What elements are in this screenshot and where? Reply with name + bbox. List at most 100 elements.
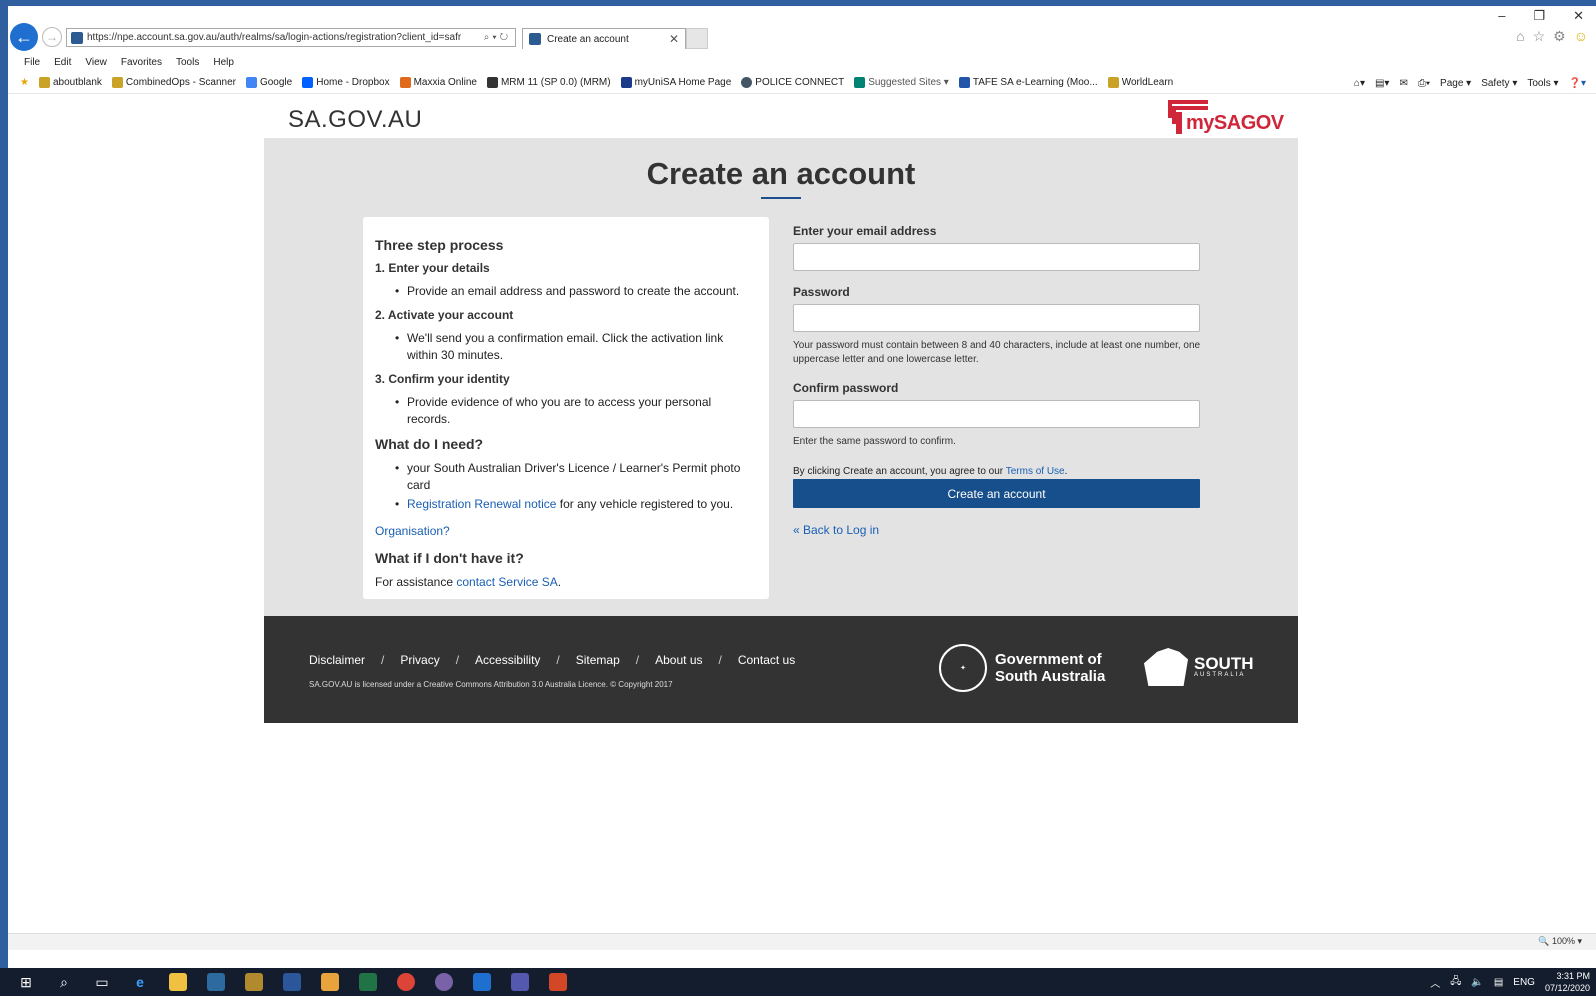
favorite-item[interactable]: Home - Dropbox: [302, 77, 390, 88]
browser-tab[interactable]: Create an account ✕: [522, 28, 686, 49]
government-of-sa-logo[interactable]: ✦ Government of South Australia: [939, 644, 1105, 692]
address-url[interactable]: https://npe.account.sa.gov.au/auth/realm…: [87, 32, 480, 43]
confirm-hint: Enter the same password to confirm.: [793, 436, 956, 447]
footer-separator: /: [635, 653, 640, 667]
bing-icon: [854, 77, 866, 88]
clock[interactable]: 3:31 PM 07/12/2020: [1545, 970, 1590, 994]
excel-icon[interactable]: [356, 970, 380, 994]
new-tab-button[interactable]: [686, 28, 708, 49]
favorite-item[interactable]: MRM 11 (SP 0.0) (MRM): [486, 77, 611, 88]
word-icon[interactable]: [280, 970, 304, 994]
favorite-item[interactable]: TAFE SA e-Learning (Moo...: [958, 77, 1098, 88]
tray-chevron-icon[interactable]: ︿: [1430, 975, 1440, 990]
address-tools-icon[interactable]: ⌕▾↻: [480, 32, 515, 43]
start-windows-icon[interactable]: ⊞: [14, 970, 38, 994]
mysagov-text: mySAGOV: [1186, 112, 1284, 134]
forward-button[interactable]: →: [42, 27, 62, 47]
restore-icon[interactable]: ❐: [1533, 8, 1545, 24]
footer-link-contact[interactable]: Contact us: [738, 653, 795, 667]
network-icon[interactable]: 🖧: [1450, 974, 1461, 991]
powerpoint-icon[interactable]: [546, 970, 570, 994]
tab-close-icon[interactable]: ✕: [669, 32, 679, 46]
menu-file[interactable]: File: [24, 57, 40, 68]
task-view-icon[interactable]: ▭: [90, 970, 114, 994]
maxxia-icon: [399, 77, 411, 88]
app-icon[interactable]: [204, 970, 228, 994]
assistance-text: For assistance contact Service SA.: [375, 575, 562, 589]
tab-title: Create an account: [547, 33, 629, 45]
back-to-login-link[interactable]: « Back to Log in: [793, 523, 1203, 537]
footer-separator: /: [455, 653, 460, 667]
password-field[interactable]: [793, 304, 1200, 332]
home-dropdown-icon[interactable]: ⌂▾: [1354, 78, 1365, 89]
favorite-item[interactable]: Google: [245, 77, 292, 88]
calculator-icon[interactable]: [470, 970, 494, 994]
address-bar[interactable]: https://npe.account.sa.gov.au/auth/realm…: [66, 28, 516, 47]
notification-icon[interactable]: ▤: [1494, 977, 1503, 988]
zoom-level[interactable]: 🔍 100% ▾: [1538, 936, 1582, 947]
chrome-icon[interactable]: [394, 970, 418, 994]
favorite-icon: [1107, 77, 1119, 88]
teams-icon[interactable]: [508, 970, 532, 994]
feeds-icon[interactable]: ▤▾: [1375, 78, 1389, 89]
step-1-list: Provide an email address and password to…: [395, 283, 757, 300]
favorite-item[interactable]: Suggested Sites ▾: [854, 77, 949, 88]
contact-service-sa-link[interactable]: contact Service SA: [456, 575, 557, 589]
volume-icon[interactable]: 🔈: [1471, 977, 1483, 988]
language-indicator[interactable]: ENG: [1513, 977, 1535, 988]
terms-of-use-link[interactable]: Terms of Use: [1006, 466, 1065, 477]
footer-link-disclaimer[interactable]: Disclaimer: [309, 653, 365, 667]
create-account-button[interactable]: Create an account: [793, 479, 1200, 508]
page-menu[interactable]: Page ▾: [1440, 78, 1471, 89]
minimize-icon[interactable]: –: [1498, 8, 1505, 24]
print-icon[interactable]: ⎙▾: [1418, 78, 1430, 89]
file-explorer-icon[interactable]: [166, 970, 190, 994]
favorite-item[interactable]: Maxxia Online: [399, 77, 477, 88]
confirm-password-field[interactable]: [793, 400, 1200, 428]
menu-favorites[interactable]: Favorites: [121, 57, 162, 68]
footer-link-accessibility[interactable]: Accessibility: [475, 653, 540, 667]
app-icon[interactable]: [432, 970, 456, 994]
footer-link-privacy[interactable]: Privacy: [400, 653, 439, 667]
menu-tools[interactable]: Tools: [176, 57, 199, 68]
main-panel: Create an account Three step process 1. …: [264, 138, 1298, 616]
favorite-item[interactable]: myUniSA Home Page: [620, 77, 731, 88]
favorites-star-icon[interactable]: ★: [20, 77, 29, 88]
window-controls: – ❐ ✕: [1498, 8, 1584, 24]
back-button[interactable]: ←: [10, 23, 38, 51]
favorite-item[interactable]: aboutblank: [38, 77, 102, 88]
safety-menu[interactable]: Safety ▾: [1481, 78, 1517, 89]
favorites-star-icon[interactable]: ☆: [1533, 28, 1546, 45]
favorite-item[interactable]: WorldLearn: [1107, 77, 1173, 88]
smiley-icon[interactable]: ☺: [1574, 28, 1588, 45]
south-australia-text: SOUTH AUSTRALIA: [1194, 654, 1254, 678]
footer-link-about[interactable]: About us: [655, 653, 702, 667]
outlook-icon[interactable]: [318, 970, 342, 994]
menu-help[interactable]: Help: [213, 57, 234, 68]
mail-icon[interactable]: ✉: [1399, 78, 1407, 89]
close-window-icon[interactable]: ✕: [1573, 8, 1584, 24]
menu-view[interactable]: View: [85, 57, 107, 68]
organisation-link[interactable]: Organisation?: [375, 523, 757, 540]
footer-separator: /: [556, 653, 560, 667]
footer-link-sitemap[interactable]: Sitemap: [576, 653, 620, 667]
footer-separator: /: [718, 653, 722, 667]
south-australia-logo[interactable]: SOUTH AUSTRALIA: [1144, 648, 1254, 686]
site-logo[interactable]: SA.GOV.AU: [288, 106, 422, 134]
search-icon[interactable]: ⌕: [52, 970, 76, 994]
settings-gear-icon[interactable]: ⚙: [1553, 28, 1566, 45]
dropbox-icon: [302, 77, 314, 88]
favorite-item[interactable]: CombinedOps - Scanner: [111, 77, 236, 88]
tools-menu[interactable]: Tools ▾: [1527, 78, 1558, 89]
favorite-item[interactable]: POLICE CONNECT: [741, 77, 844, 88]
registration-renewal-link[interactable]: Registration Renewal notice: [407, 497, 556, 511]
app-icon[interactable]: [242, 970, 266, 994]
help-icon[interactable]: ❓▾: [1569, 78, 1586, 89]
internet-explorer-icon[interactable]: e: [128, 970, 152, 994]
home-icon[interactable]: ⌂: [1516, 28, 1524, 45]
footer-links: Disclaimer / Privacy / Accessibility / Site…: [309, 653, 795, 667]
mysagov-logo[interactable]: mySAGOV: [1164, 94, 1284, 140]
menu-edit[interactable]: Edit: [54, 57, 71, 68]
email-field[interactable]: [793, 243, 1200, 271]
sa-brand-shape-icon: [1144, 648, 1188, 686]
